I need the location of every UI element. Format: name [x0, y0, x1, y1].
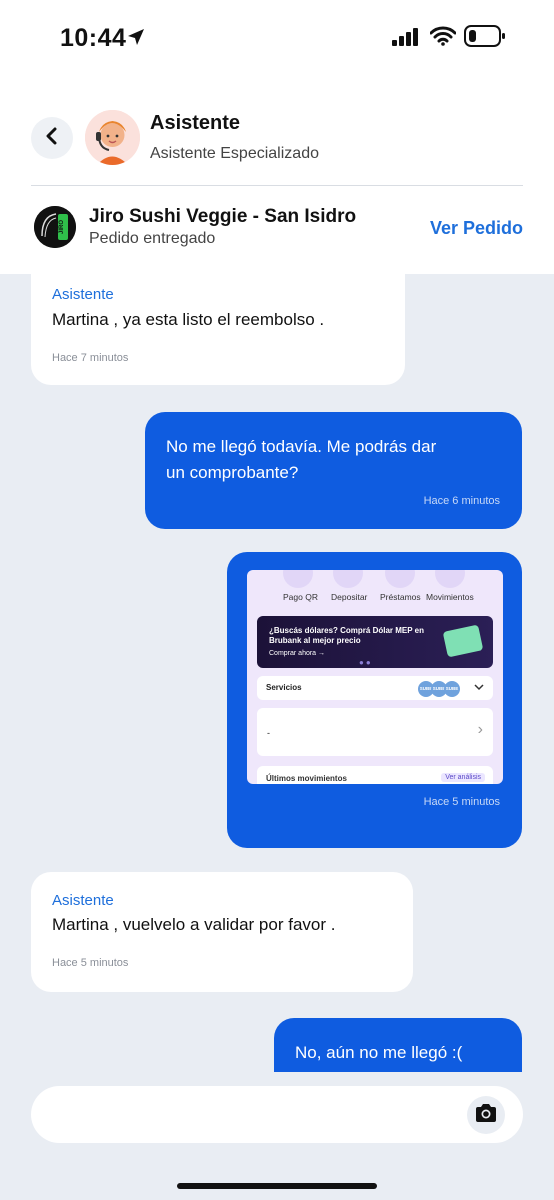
store-logo-text: JIRO [59, 220, 65, 234]
battery-icon [464, 24, 506, 53]
outgoing-message: No me llegó todavía. Me podrás dar un co… [145, 412, 522, 529]
chevron-down-icon [473, 680, 485, 698]
menu-label: Pago QR [283, 592, 318, 602]
card-text: - [267, 728, 270, 738]
movements-label: Últimos movimientos [266, 774, 347, 783]
promo-link: Comprar ahora → [269, 650, 326, 657]
assistant-role: Asistente Especializado [150, 145, 319, 162]
menu-label: Movimientos [426, 592, 474, 602]
message-sender: Asistente [52, 892, 114, 909]
home-indicator [177, 1183, 377, 1189]
promo-banner: ¿Buscás dólares? Comprá Dólar MEP en Bru… [257, 616, 493, 668]
message-list[interactable]: Asistente Martina , ya esta listo el ree… [0, 274, 554, 1072]
services-row: Servicios SUBE SUBE SUBE [257, 676, 493, 700]
message-time: Hace 7 minutos [52, 352, 129, 364]
store-logo: JIRO [34, 206, 76, 248]
promo-title: ¿Buscás dólares? Comprá Dólar MEP en Bru… [269, 626, 425, 645]
qr-icon [283, 570, 313, 588]
header-divider [31, 185, 523, 186]
camera-button[interactable] [467, 1096, 505, 1134]
back-button[interactable] [31, 117, 73, 159]
message-text: Martina , vuelvelo a validar por favor . [52, 915, 336, 934]
outgoing-message: No, aún no me llegó :( [274, 1018, 522, 1072]
menu-label: Préstamos [380, 592, 421, 602]
message-time: Hace 5 minutos [423, 796, 500, 808]
message-sender: Asistente [52, 286, 114, 303]
deposit-icon [333, 570, 363, 588]
message-time: Hace 6 minutos [423, 495, 500, 507]
account-card: - › [257, 708, 493, 756]
message-text: No, aún no me llegó :( [295, 1043, 463, 1062]
camera-icon [474, 1103, 498, 1128]
message-text-line-1: No me llegó todavía. Me podrás dar [166, 437, 437, 456]
chevron-left-icon [45, 127, 59, 150]
assistant-avatar [85, 110, 140, 165]
order-status: Pedido entregado [89, 230, 216, 247]
message-time: Hace 5 minutos [52, 957, 129, 969]
analysis-link: Ver análisis [441, 773, 485, 782]
message-text-line-2: un comprobante? [166, 463, 299, 482]
image-attachment[interactable]: Pago QR Depositar Préstamos Movimientos … [247, 570, 503, 784]
assistant-name: Asistente [150, 112, 241, 134]
store-name: Jiro Sushi Veggie - San Isidro [89, 206, 357, 227]
view-order-button[interactable]: Ver Pedido [430, 218, 523, 239]
status-bar: 10:44 [0, 0, 554, 80]
message-composer [31, 1086, 523, 1143]
incoming-message: Asistente Martina , ya esta listo el ree… [31, 274, 405, 385]
status-time: 10:44 [60, 24, 127, 52]
services-label: Servicios [266, 683, 302, 692]
wifi-icon [429, 26, 457, 51]
location-arrow-icon [126, 27, 146, 52]
message-text: Martina , ya esta listo el reembolso . [52, 310, 325, 329]
sube-badge: SUBE [444, 681, 460, 697]
loan-icon [385, 570, 415, 588]
money-icon [442, 624, 484, 658]
outgoing-image-message: Pago QR Depositar Préstamos Movimientos … [227, 552, 522, 848]
chevron-right-icon: › [477, 721, 483, 738]
menu-label: Depositar [331, 592, 368, 602]
chat-header: Asistente Asistente Especializado JIRO J… [0, 80, 554, 274]
movements-header: Últimos movimientos Ver análisis [257, 766, 493, 784]
cellular-signal-icon [392, 28, 420, 51]
movements-icon [435, 570, 465, 588]
message-input[interactable] [51, 1098, 451, 1130]
carousel-dots: ●● [359, 658, 373, 667]
incoming-message: Asistente Martina , vuelvelo a validar p… [31, 872, 413, 992]
